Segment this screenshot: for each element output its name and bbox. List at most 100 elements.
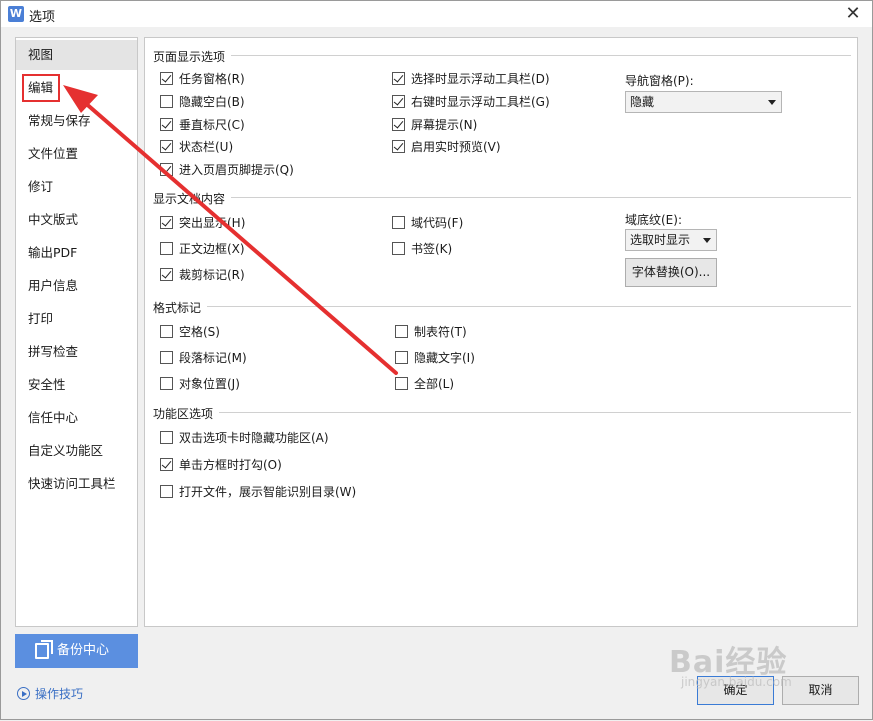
- sidebar-item-print[interactable]: 打印: [16, 304, 137, 334]
- checkbox-status-bar[interactable]: 状态栏(U): [160, 139, 233, 155]
- checkbox-box[interactable]: [395, 377, 408, 390]
- sidebar-item-custom-ribbon[interactable]: 自定义功能区: [16, 436, 137, 466]
- checkbox-label: 书签(K): [411, 242, 453, 256]
- backup-icon: [35, 640, 53, 659]
- checkbox-click-box-check[interactable]: 单击方框时打勾(O): [160, 457, 282, 473]
- chevron-down-icon: [768, 100, 776, 105]
- sidebar-item-view[interactable]: 视图: [16, 40, 137, 70]
- font-replace-button[interactable]: 字体替换(O)...: [625, 258, 717, 287]
- tips-label: 操作技巧: [35, 687, 84, 701]
- options-dialog: W 选项 ✕ 视图 编辑 常规与保存 文件位置 修订 中文版式 输出PDF 用户…: [0, 0, 873, 720]
- tips-link[interactable]: 操作技巧: [17, 685, 83, 702]
- checkbox-label: 启用实时预览(V): [411, 140, 501, 154]
- checkbox-crop-marks[interactable]: 裁剪标记(R): [160, 267, 245, 283]
- checkbox-field-codes[interactable]: 域代码(F): [392, 215, 463, 231]
- close-icon[interactable]: ✕: [842, 3, 864, 25]
- checkbox-spaces[interactable]: 空格(S): [160, 324, 220, 340]
- checkbox-box[interactable]: [160, 485, 173, 498]
- sidebar-item-output-pdf[interactable]: 输出PDF: [16, 238, 137, 268]
- checkbox-box[interactable]: [392, 72, 405, 85]
- sidebar-item-user-info[interactable]: 用户信息: [16, 271, 137, 301]
- checkbox-smart-toc[interactable]: 打开文件，展示智能识别目录(W): [160, 484, 356, 500]
- sidebar-item-trust-center[interactable]: 信任中心: [16, 403, 137, 433]
- field-shading-label: 域底纹(E):: [625, 213, 682, 227]
- section-title-ribbon: 功能区选项: [153, 407, 214, 421]
- sidebar-item-revision[interactable]: 修订: [16, 172, 137, 202]
- options-panel: 页面显示选项 任务窗格(R) 隐藏空白(B) 垂直标尺(C) 状态栏(U) 进入…: [144, 37, 858, 627]
- checkbox-box[interactable]: [160, 268, 173, 281]
- checkbox-box[interactable]: [160, 140, 173, 153]
- checkbox-highlight[interactable]: 突出显示(H): [160, 215, 245, 231]
- sidebar-item-spell-check[interactable]: 拼写检查: [16, 337, 137, 367]
- section-divider: [207, 306, 851, 307]
- checkbox-live-preview[interactable]: 启用实时预览(V): [392, 139, 501, 155]
- nav-pane-value: 隐藏: [630, 95, 655, 109]
- checkbox-box[interactable]: [392, 242, 405, 255]
- checkbox-box[interactable]: [160, 325, 173, 338]
- checkbox-hide-blank[interactable]: 隐藏空白(B): [160, 94, 245, 110]
- checkbox-box[interactable]: [160, 351, 173, 364]
- sidebar-item-file-location[interactable]: 文件位置: [16, 139, 137, 169]
- checkbox-label: 裁剪标记(R): [179, 268, 245, 282]
- checkbox-label: 隐藏文字(I): [414, 351, 475, 365]
- checkbox-label: 域代码(F): [411, 216, 464, 230]
- checkbox-label: 单击方框时打勾(O): [179, 458, 282, 472]
- section-title-doc-content: 显示文档内容: [153, 192, 226, 206]
- checkbox-label: 突出显示(H): [179, 216, 246, 230]
- checkbox-label: 状态栏(U): [179, 140, 234, 154]
- sidebar-item-general-save[interactable]: 常规与保存: [16, 106, 137, 136]
- checkbox-box[interactable]: [160, 216, 173, 229]
- checkbox-bookmarks[interactable]: 书签(K): [392, 241, 452, 257]
- checkbox-vertical-ruler[interactable]: 垂直标尺(C): [160, 117, 245, 133]
- section-title-format-marks: 格式标记: [153, 301, 202, 315]
- checkbox-box[interactable]: [160, 377, 173, 390]
- sidebar-item-quick-access-toolbar[interactable]: 快速访问工具栏: [16, 469, 137, 499]
- checkbox-box[interactable]: [395, 325, 408, 338]
- checkbox-paragraph-marks[interactable]: 段落标记(M): [160, 350, 247, 366]
- checkbox-box[interactable]: [160, 242, 173, 255]
- checkbox-box[interactable]: [160, 431, 173, 444]
- checkbox-label: 任务窗格(R): [179, 72, 245, 86]
- field-shading-select[interactable]: 选取时显示: [625, 229, 717, 251]
- checkbox-box[interactable]: [160, 95, 173, 108]
- checkbox-box[interactable]: [392, 216, 405, 229]
- checkbox-box[interactable]: [160, 72, 173, 85]
- checkbox-task-pane[interactable]: 任务窗格(R): [160, 71, 245, 87]
- checkbox-box[interactable]: [392, 118, 405, 131]
- checkbox-label: 屏幕提示(N): [411, 118, 478, 132]
- checkbox-tab-chars[interactable]: 制表符(T): [395, 324, 467, 340]
- section-divider: [231, 55, 851, 56]
- checkbox-screen-tips[interactable]: 屏幕提示(N): [392, 117, 477, 133]
- cancel-button[interactable]: 取消: [782, 676, 859, 705]
- checkbox-label: 双击选项卡时隐藏功能区(A): [179, 431, 329, 445]
- checkbox-box[interactable]: [392, 140, 405, 153]
- checkbox-box[interactable]: [395, 351, 408, 364]
- checkbox-label: 右键时显示浮动工具栏(G): [411, 95, 550, 109]
- section-title-page-display: 页面显示选项: [153, 50, 226, 64]
- checkbox-float-toolbar-right-click[interactable]: 右键时显示浮动工具栏(G): [392, 94, 550, 110]
- checkbox-object-anchors[interactable]: 对象位置(J): [160, 376, 240, 392]
- checkbox-float-toolbar-select[interactable]: 选择时显示浮动工具栏(D): [392, 71, 550, 87]
- checkbox-text-border[interactable]: 正文边框(X): [160, 241, 245, 257]
- checkbox-label: 段落标记(M): [179, 351, 247, 365]
- checkbox-label: 空格(S): [179, 325, 220, 339]
- backup-center-button[interactable]: 备份中心: [15, 634, 138, 668]
- checkbox-box[interactable]: [392, 95, 405, 108]
- nav-pane-select[interactable]: 隐藏: [625, 91, 782, 113]
- checkbox-dblclick-hide-ribbon[interactable]: 双击选项卡时隐藏功能区(A): [160, 430, 329, 446]
- sidebar-item-chinese-layout[interactable]: 中文版式: [16, 205, 137, 235]
- checkbox-label: 隐藏空白(B): [179, 95, 245, 109]
- checkbox-box[interactable]: [160, 118, 173, 131]
- sidebar-item-security[interactable]: 安全性: [16, 370, 137, 400]
- checkbox-box[interactable]: [160, 163, 173, 176]
- play-circle-icon: [17, 687, 30, 700]
- checkbox-box[interactable]: [160, 458, 173, 471]
- chevron-down-icon: [703, 238, 711, 243]
- checkbox-hidden-text[interactable]: 隐藏文字(I): [395, 350, 475, 366]
- watermark-url: jingyan.baidu.com: [681, 675, 792, 689]
- checkbox-label: 对象位置(J): [179, 377, 240, 391]
- checkbox-all-marks[interactable]: 全部(L): [395, 376, 454, 392]
- checkbox-header-footer-tip[interactable]: 进入页眉页脚提示(Q): [160, 162, 294, 178]
- checkbox-label: 垂直标尺(C): [179, 118, 245, 132]
- field-shading-value: 选取时显示: [630, 233, 691, 247]
